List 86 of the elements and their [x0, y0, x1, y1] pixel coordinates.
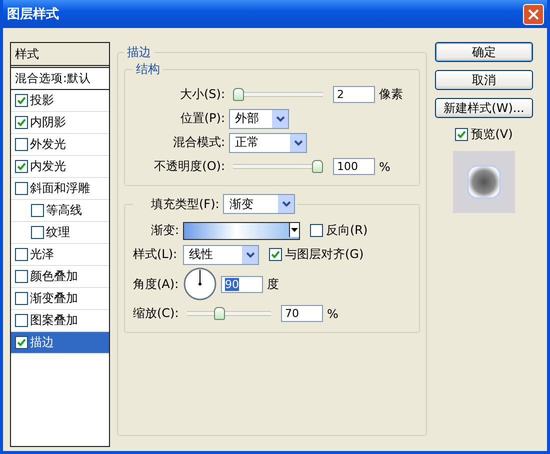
- fill-type-select[interactable]: 渐变: [223, 194, 296, 214]
- field-label: 大小(S):: [178, 86, 225, 103]
- checkbox[interactable]: [31, 226, 44, 239]
- item-label: 图案叠加: [30, 312, 78, 329]
- dialog-button[interactable]: 取消: [435, 70, 533, 90]
- field-label: 样式(L):: [133, 246, 178, 263]
- item-label: 内阴影: [30, 114, 66, 131]
- field-label: 填充类型(F):: [151, 196, 220, 212]
- check-icon: [457, 130, 466, 139]
- check-icon: [17, 162, 26, 171]
- item-label: 等高线: [46, 202, 82, 219]
- blend-mode-select[interactable]: 正常: [229, 132, 307, 152]
- item-label: 外发光: [30, 136, 66, 153]
- list-item[interactable]: 描边: [11, 332, 109, 354]
- checkbox[interactable]: [31, 204, 44, 217]
- item-label: 内发光: [30, 158, 66, 175]
- field-label: 不透明度(O):: [153, 158, 225, 175]
- slider-thumb[interactable]: [312, 160, 323, 173]
- field-label: 缩放(C):: [133, 305, 179, 322]
- list-item[interactable]: 投影: [11, 90, 109, 112]
- caret-icon: [290, 134, 306, 152]
- unit-label: %: [379, 160, 390, 174]
- list-item[interactable]: 内阴影: [11, 112, 109, 134]
- input-field[interactable]: 2: [333, 86, 375, 103]
- input-field[interactable]: 100: [333, 158, 375, 175]
- close-button[interactable]: [523, 4, 544, 24]
- style-select[interactable]: 线性: [183, 244, 259, 264]
- unit-label: 像素: [379, 86, 403, 103]
- field-label: 混合模式:: [172, 134, 225, 151]
- field-label: 角度(A):: [133, 276, 179, 292]
- position-select[interactable]: 外部: [229, 108, 289, 128]
- list-header: 样式: [11, 43, 109, 68]
- item-label: 光泽: [30, 246, 54, 263]
- group-title: 结构: [135, 61, 161, 78]
- input-field[interactable]: 90: [221, 276, 263, 292]
- caret-icon: [272, 110, 288, 128]
- slider-thumb[interactable]: [214, 307, 225, 320]
- list-item[interactable]: 外发光: [11, 134, 109, 156]
- checkbox[interactable]: [15, 336, 28, 349]
- caret-icon: [242, 246, 258, 264]
- preview-drawing: [453, 151, 515, 213]
- align-checkbox[interactable]: 与图层对齐(G): [269, 246, 364, 263]
- dialog-button[interactable]: 新建样式(W)...: [435, 98, 533, 118]
- checkbox[interactable]: [15, 160, 28, 173]
- check-icon: [17, 118, 26, 127]
- list-item[interactable]: 混合选项:默认: [11, 68, 109, 90]
- checkbox[interactable]: [15, 314, 28, 327]
- item-label: 颜色叠加: [30, 268, 78, 285]
- list-item[interactable]: 纹理: [11, 222, 109, 244]
- checkbox[interactable]: [15, 138, 28, 151]
- checkbox[interactable]: [15, 292, 28, 305]
- list-item[interactable]: 颜色叠加: [11, 266, 109, 288]
- checkbox[interactable]: [15, 116, 28, 129]
- caret-icon: [278, 195, 294, 213]
- check-icon: [17, 338, 26, 347]
- reverse-checkbox[interactable]: 反向(R): [310, 222, 368, 239]
- list-item[interactable]: 内发光: [11, 156, 109, 178]
- gradient-picker[interactable]: [183, 222, 300, 240]
- input-field[interactable]: 70: [281, 305, 323, 322]
- close-icon: [528, 8, 539, 20]
- checkbox[interactable]: [15, 270, 28, 283]
- caret-icon: [289, 222, 299, 236]
- unit-label: 度: [267, 276, 279, 292]
- field-label: 位置(P):: [179, 110, 225, 127]
- window-title: 图层样式: [7, 6, 59, 23]
- preview-checkbox[interactable]: 预览(V): [455, 126, 513, 143]
- slider-thumb[interactable]: [233, 88, 244, 101]
- unit-label: %: [327, 306, 338, 320]
- item-label: 渐变叠加: [30, 290, 78, 307]
- group-title: 描边: [126, 44, 152, 61]
- checkbox[interactable]: [15, 94, 28, 107]
- item-label: 斜面和浮雕: [30, 180, 90, 197]
- check-icon: [271, 250, 280, 259]
- checkbox[interactable]: [15, 248, 28, 261]
- list-item[interactable]: 等高线: [11, 200, 109, 222]
- field-label: 渐变:: [150, 222, 179, 239]
- list-item[interactable]: 渐变叠加: [11, 288, 109, 310]
- list-item[interactable]: 斜面和浮雕: [11, 178, 109, 200]
- list-item[interactable]: 光泽: [11, 244, 109, 266]
- check-icon: [17, 96, 26, 105]
- angle-dial-icon[interactable]: [183, 267, 217, 301]
- dialog-button[interactable]: 确定: [435, 42, 533, 62]
- item-label: 描边: [30, 334, 54, 351]
- item-label: 纹理: [46, 224, 70, 241]
- checkbox[interactable]: [15, 182, 28, 195]
- item-label: 投影: [30, 92, 54, 109]
